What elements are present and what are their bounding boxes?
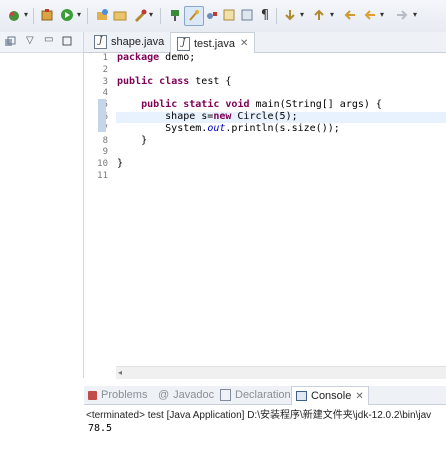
- code-line[interactable]: package demo;: [117, 52, 195, 63]
- at-sign-icon: @: [158, 389, 170, 401]
- toolbar-separator: [276, 8, 277, 24]
- line-number: 10: [97, 159, 108, 170]
- tab-declaration[interactable]: Declaration: [220, 386, 291, 404]
- view-menu-icon[interactable]: ▽: [26, 35, 34, 46]
- code-line[interactable]: }: [117, 135, 147, 146]
- scroll-left-icon[interactable]: ◂: [118, 368, 122, 377]
- line-number: 2: [102, 64, 108, 75]
- tab-test-java[interactable]: J test.java ✕: [170, 32, 256, 54]
- code-token: System.: [117, 122, 208, 134]
- annotation-icon[interactable]: [203, 6, 221, 24]
- paragraph-icon[interactable]: ¶: [256, 6, 274, 24]
- block-selection-icon[interactable]: [220, 6, 238, 24]
- code-token: static: [183, 99, 220, 111]
- next-annotation-icon[interactable]: [281, 6, 299, 24]
- code-token: .println(s.size());: [225, 122, 340, 134]
- horizontal-scrollbar[interactable]: ◂: [116, 366, 446, 379]
- open-folder-icon[interactable]: [111, 6, 129, 24]
- code-editor[interactable]: 1234567891011 package demo;public class …: [84, 52, 446, 379]
- tab-shape-java[interactable]: J shape.java: [88, 32, 170, 52]
- view-toolbar: ▽ ▭: [0, 32, 83, 53]
- line-number: 11: [97, 171, 108, 181]
- tab-javadoc[interactable]: @ Javadoc: [158, 386, 214, 404]
- bottom-panel-tabs: Problems @ Javadoc Declaration Console ✕: [84, 386, 446, 405]
- previous-annotation-icon[interactable]: [310, 6, 328, 24]
- console-icon: [296, 391, 307, 401]
- code-token: public: [117, 75, 154, 87]
- line-number: 1: [102, 53, 108, 63]
- last-edit-icon[interactable]: [341, 6, 359, 24]
- declaration-icon: [220, 389, 231, 401]
- code-line[interactable]: }: [117, 158, 123, 169]
- package-icon[interactable]: [38, 6, 56, 24]
- pin-icon[interactable]: [166, 6, 184, 24]
- tab-label: Javadoc: [173, 389, 215, 401]
- code-line[interactable]: System.out.println(s.size());: [117, 123, 340, 134]
- code-token: public: [141, 99, 178, 111]
- code-line[interactable]: shape s=new Circle(5);: [117, 111, 298, 122]
- chevron-down-icon[interactable]: ▾: [380, 11, 386, 19]
- chevron-down-icon[interactable]: ▾: [77, 11, 83, 19]
- toolbar-separator: [160, 8, 161, 24]
- new-class-icon[interactable]: [93, 6, 111, 24]
- code-token: main(String[] args) {: [249, 99, 382, 111]
- console-output: 78.5: [88, 423, 113, 434]
- package-explorer-pane: ▽ ▭: [0, 32, 84, 378]
- code-token: class: [159, 75, 190, 87]
- code-token: package: [117, 52, 160, 63]
- chevron-down-icon[interactable]: ▾: [330, 11, 336, 19]
- java-file-icon: J: [177, 36, 190, 51]
- close-icon[interactable]: ✕: [240, 38, 248, 49]
- forward-icon[interactable]: [393, 6, 411, 24]
- code-token: shape s=: [117, 111, 214, 122]
- tab-label: shape.java: [111, 36, 165, 48]
- mark-occurrences-icon[interactable]: [184, 6, 204, 26]
- chevron-down-icon[interactable]: ▾: [149, 11, 155, 19]
- back-icon[interactable]: [361, 6, 379, 24]
- editor-tab-bar: J shape.java J test.java ✕: [84, 32, 446, 54]
- line-number: 3: [102, 76, 108, 87]
- java-file-icon: J: [94, 35, 107, 49]
- tools-icon[interactable]: [131, 6, 149, 24]
- line-number: 8: [102, 135, 108, 146]
- line-number: 9: [102, 147, 108, 158]
- tab-console[interactable]: Console ✕: [291, 386, 369, 405]
- code-token: void: [225, 99, 250, 111]
- code-token: demo;: [159, 52, 196, 63]
- problems-icon: [88, 390, 97, 400]
- code-token: Circle(5);: [231, 111, 298, 122]
- chevron-down-icon[interactable]: ▾: [300, 11, 306, 19]
- code-token: new: [213, 111, 232, 122]
- show-whitespace-icon[interactable]: [238, 6, 256, 24]
- tab-label: Problems: [101, 389, 148, 401]
- tab-label: test.java: [194, 37, 235, 50]
- selection-marker: [98, 99, 106, 132]
- code-token: test {: [189, 75, 232, 87]
- maximize-icon[interactable]: [62, 35, 72, 49]
- close-icon[interactable]: ✕: [355, 391, 363, 402]
- minimize-icon[interactable]: ▭: [44, 34, 53, 45]
- code-line[interactable]: public static void main(String[] args) {: [117, 99, 382, 110]
- tab-label: Declaration: [235, 389, 291, 401]
- tab-label: Console: [311, 390, 352, 402]
- line-number: 4: [102, 88, 108, 99]
- debug-icon[interactable]: [5, 6, 23, 24]
- code-token: }: [117, 134, 148, 146]
- main-toolbar: ▾ ▾ ▾ ¶ ▾ ▾ ▾ ▾: [0, 0, 446, 33]
- code-token: out: [207, 122, 226, 134]
- run-icon[interactable]: [58, 6, 76, 24]
- code-line[interactable]: public class test {: [117, 76, 231, 87]
- tab-problems[interactable]: Problems: [88, 386, 147, 404]
- chevron-down-icon[interactable]: ▾: [24, 11, 30, 19]
- toolbar-separator: [33, 8, 34, 24]
- collapse-all-icon[interactable]: [4, 36, 16, 51]
- console-status-text: <terminated> test [Java Application] D:\…: [86, 410, 432, 421]
- code-token: }: [117, 158, 124, 170]
- chevron-down-icon[interactable]: ▾: [413, 11, 419, 19]
- toolbar-separator: [87, 8, 88, 24]
